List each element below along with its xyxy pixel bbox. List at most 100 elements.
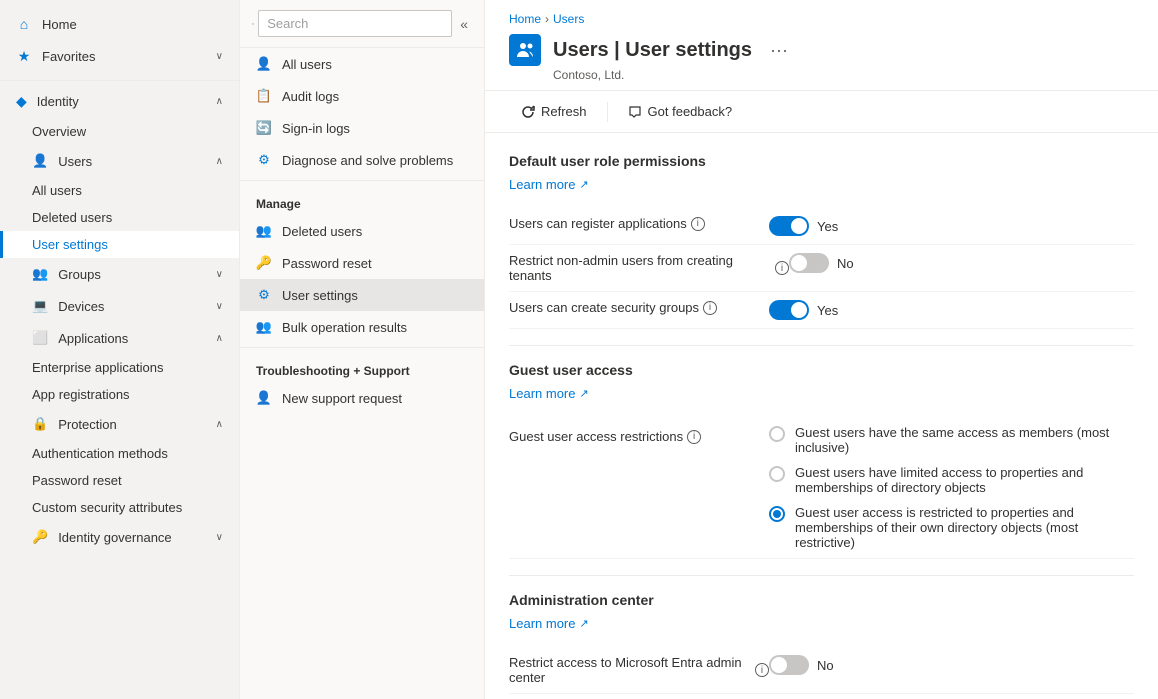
refresh-button[interactable]: Refresh xyxy=(509,99,599,124)
mid-new-support[interactable]: 👤 New support request xyxy=(240,382,484,414)
sidebar-overview-label: Overview xyxy=(32,124,86,139)
setting-row-guest-access: Guest user access restrictions i Guest u… xyxy=(509,417,1134,559)
mid-bulk-ops-icon: 👥 xyxy=(256,319,272,335)
devices-chevron: ∨ xyxy=(216,301,223,312)
sidebar-item-deleted-users[interactable]: Deleted users xyxy=(0,204,239,231)
radio2-label: Guest users have limited access to prope… xyxy=(795,465,1134,495)
admin-toggle[interactable] xyxy=(769,655,809,675)
applications-chevron: ∧ xyxy=(216,333,223,344)
sidebar-devices-header[interactable]: 💻 Devices ∨ xyxy=(0,290,239,322)
admin-info-icon[interactable]: i xyxy=(755,663,769,677)
sidebar-item-password-reset[interactable]: Password reset xyxy=(0,467,239,494)
setting2-info-icon[interactable]: i xyxy=(775,261,789,275)
identity-icon: ◆ xyxy=(16,93,27,110)
mid-user-settings-icon: ⚙ xyxy=(256,287,272,303)
sidebar-identity-governance-label: Identity governance xyxy=(58,530,171,545)
sidebar-protection-label: Protection xyxy=(58,417,117,432)
sidebar-item-app-registrations[interactable]: App registrations xyxy=(0,381,239,408)
sidebar-item-auth-methods[interactable]: Authentication methods xyxy=(0,440,239,467)
more-options-icon[interactable]: ··· xyxy=(764,38,794,63)
setting1-label: Users can register applications i xyxy=(509,216,769,231)
sidebar-home-label: Home xyxy=(42,17,77,32)
sidebar: ⌂ Home ★ Favorites ∨ ◆ Identity ∧ Overvi… xyxy=(0,0,240,699)
learn-more-3[interactable]: Learn more ↗ xyxy=(509,616,589,631)
learn-more-2[interactable]: Learn more ↗ xyxy=(509,386,589,401)
setting3-info-icon[interactable]: i xyxy=(703,301,717,315)
search-icon xyxy=(252,17,254,31)
sidebar-item-custom-security[interactable]: Custom security attributes xyxy=(0,494,239,521)
breadcrumb-users[interactable]: Users xyxy=(553,12,584,26)
setting1-toggle[interactable] xyxy=(769,216,809,236)
guest-access-label: Guest user access restrictions i xyxy=(509,425,769,444)
radio-circle-3 xyxy=(769,506,785,522)
users-icon: 👤 xyxy=(32,153,48,169)
sidebar-groups-label: Groups xyxy=(58,267,101,282)
radio-circle-2 xyxy=(769,466,785,482)
search-bar: « xyxy=(240,0,484,48)
mid-signin-logs[interactable]: 🔄 Sign-in logs xyxy=(240,112,484,144)
sidebar-deleted-users-label: Deleted users xyxy=(32,210,112,225)
radio1-label: Guest users have the same access as memb… xyxy=(795,425,1134,455)
mid-diagnose[interactable]: ⚙ Diagnose and solve problems xyxy=(240,144,484,176)
breadcrumb-separator: › xyxy=(545,12,549,26)
sidebar-identity-governance-header[interactable]: 🔑 Identity governance ∨ xyxy=(0,521,239,553)
sidebar-groups-header[interactable]: 👥 Groups ∨ xyxy=(0,258,239,290)
main-content: Home › Users Users | User settings ··· C… xyxy=(485,0,1158,699)
radio-option-1[interactable]: Guest users have the same access as memb… xyxy=(769,425,1134,455)
setting-row-register-apps: Users can register applications i Yes xyxy=(509,208,1134,245)
setting2-control: No xyxy=(789,253,854,273)
sidebar-password-reset-label: Password reset xyxy=(32,473,122,488)
sidebar-auth-methods-label: Authentication methods xyxy=(32,446,168,461)
sidebar-item-enterprise-apps[interactable]: Enterprise applications xyxy=(0,354,239,381)
mid-manage-label: Manage xyxy=(240,185,484,215)
refresh-label: Refresh xyxy=(541,104,587,119)
admin-slider xyxy=(769,655,809,675)
sidebar-item-overview[interactable]: Overview xyxy=(0,118,239,145)
identity-governance-icon: 🔑 xyxy=(32,529,48,545)
setting1-slider xyxy=(769,216,809,236)
mid-deleted-users[interactable]: 👥 Deleted users xyxy=(240,215,484,247)
radio-option-2[interactable]: Guest users have limited access to prope… xyxy=(769,465,1134,495)
mid-password-reset[interactable]: 🔑 Password reset xyxy=(240,247,484,279)
sidebar-all-users-label: All users xyxy=(32,183,82,198)
mid-user-settings[interactable]: ⚙ User settings xyxy=(240,279,484,311)
collapse-button[interactable]: « xyxy=(456,14,472,34)
groups-chevron: ∨ xyxy=(216,269,223,280)
sidebar-applications-label: Applications xyxy=(58,331,128,346)
sidebar-item-user-settings[interactable]: User settings xyxy=(0,231,239,258)
learn-more-1[interactable]: Learn more ↗ xyxy=(509,177,589,192)
mid-all-users[interactable]: 👤 All users xyxy=(240,48,484,80)
identity-governance-chevron: ∨ xyxy=(216,532,223,543)
mid-audit-logs[interactable]: 📋 Audit logs xyxy=(240,80,484,112)
identity-chevron: ∧ xyxy=(216,96,223,107)
setting3-toggle[interactable] xyxy=(769,300,809,320)
sidebar-users-label: Users xyxy=(58,154,92,169)
mid-bulk-ops[interactable]: 👥 Bulk operation results xyxy=(240,311,484,343)
toolbar: Refresh Got feedback? xyxy=(485,91,1158,133)
protection-chevron: ∧ xyxy=(216,419,223,430)
sidebar-item-home[interactable]: ⌂ Home xyxy=(0,8,239,40)
feedback-button[interactable]: Got feedback? xyxy=(616,99,745,124)
setting2-toggle[interactable] xyxy=(789,253,829,273)
section-divider-2 xyxy=(509,575,1134,576)
sidebar-applications-header[interactable]: ⬜ Applications ∧ xyxy=(0,322,239,354)
users-page-icon xyxy=(515,40,535,60)
setting2-label: Restrict non-admin users from creating t… xyxy=(509,253,789,283)
sidebar-protection-header[interactable]: 🔒 Protection ∧ xyxy=(0,408,239,440)
radio-option-3[interactable]: Guest user access is restricted to prope… xyxy=(769,505,1134,550)
mid-troubleshooting-label: Troubleshooting + Support xyxy=(240,352,484,382)
sidebar-identity-header[interactable]: ◆ Identity ∧ xyxy=(0,85,239,118)
sidebar-item-favorites[interactable]: ★ Favorites ∨ xyxy=(0,40,239,72)
refresh-icon xyxy=(521,105,535,119)
section2-title: Guest user access xyxy=(509,362,1134,378)
sidebar-users-header[interactable]: 👤 Users ∧ xyxy=(0,145,239,177)
mid-divider1 xyxy=(240,180,484,181)
admin-setting-value: No xyxy=(817,658,834,673)
sidebar-item-all-users[interactable]: All users xyxy=(0,177,239,204)
sidebar-favorites-label: Favorites xyxy=(42,49,95,64)
setting1-info-icon[interactable]: i xyxy=(691,217,705,231)
breadcrumb-home[interactable]: Home xyxy=(509,12,541,26)
search-input[interactable] xyxy=(258,10,452,37)
page-title: Users | User settings xyxy=(553,39,752,62)
guest-access-info-icon[interactable]: i xyxy=(687,430,701,444)
